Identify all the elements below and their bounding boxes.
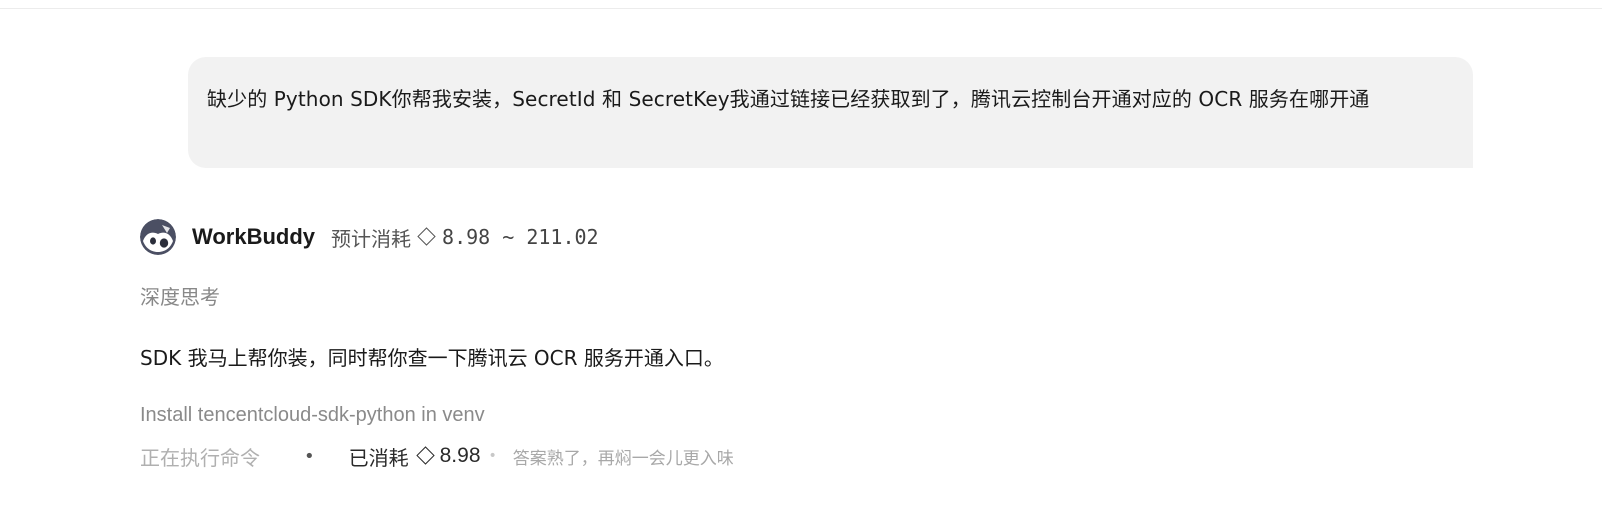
consumed-value: 8.98 xyxy=(439,444,481,467)
separator-dot: • xyxy=(304,445,315,467)
consumed-label: 已消耗 xyxy=(348,445,409,470)
assistant-name: WorkBuddy xyxy=(192,224,316,249)
user-message-text: 缺少的 Python SDK你帮我安装，SecretId 和 SecretKey… xyxy=(207,87,1370,111)
deep-thinking-toggle[interactable]: 深度思考 xyxy=(140,282,220,312)
separator-dot: • xyxy=(488,448,497,464)
diamond-icon xyxy=(417,226,436,246)
robot-avatar-icon xyxy=(140,219,176,255)
estimate-label: 预计消耗 xyxy=(331,226,412,251)
tool-step-item[interactable]: Install tencentcloud-sdk-python in venv xyxy=(140,401,485,429)
assistant-reply: SDK 我马上帮你装，同时帮你查一下腾讯云 OCR 服务开通入口。 xyxy=(140,346,724,370)
diamond-icon xyxy=(415,445,435,465)
user-message-bubble: 缺少的 Python SDK你帮我安装，SecretId 和 SecretKey… xyxy=(188,57,1473,168)
running-status: 正在执行命令 xyxy=(140,445,260,470)
assistant-header: WorkBuddy 预计消耗 8.98 ~ 211.02 xyxy=(140,218,599,256)
chat-page: 缺少的 Python SDK你帮我安装，SecretId 和 SecretKey… xyxy=(0,0,1602,531)
waiting-hint: 答案熟了，再焖一会儿更入味 xyxy=(512,448,734,469)
top-divider xyxy=(0,8,1602,9)
estimate-range: 8.98 ~ 211.02 xyxy=(442,225,599,249)
status-bar: 正在执行命令 • 已消耗 8.98 • 答案熟了，再焖一会儿更入味 xyxy=(140,440,734,472)
